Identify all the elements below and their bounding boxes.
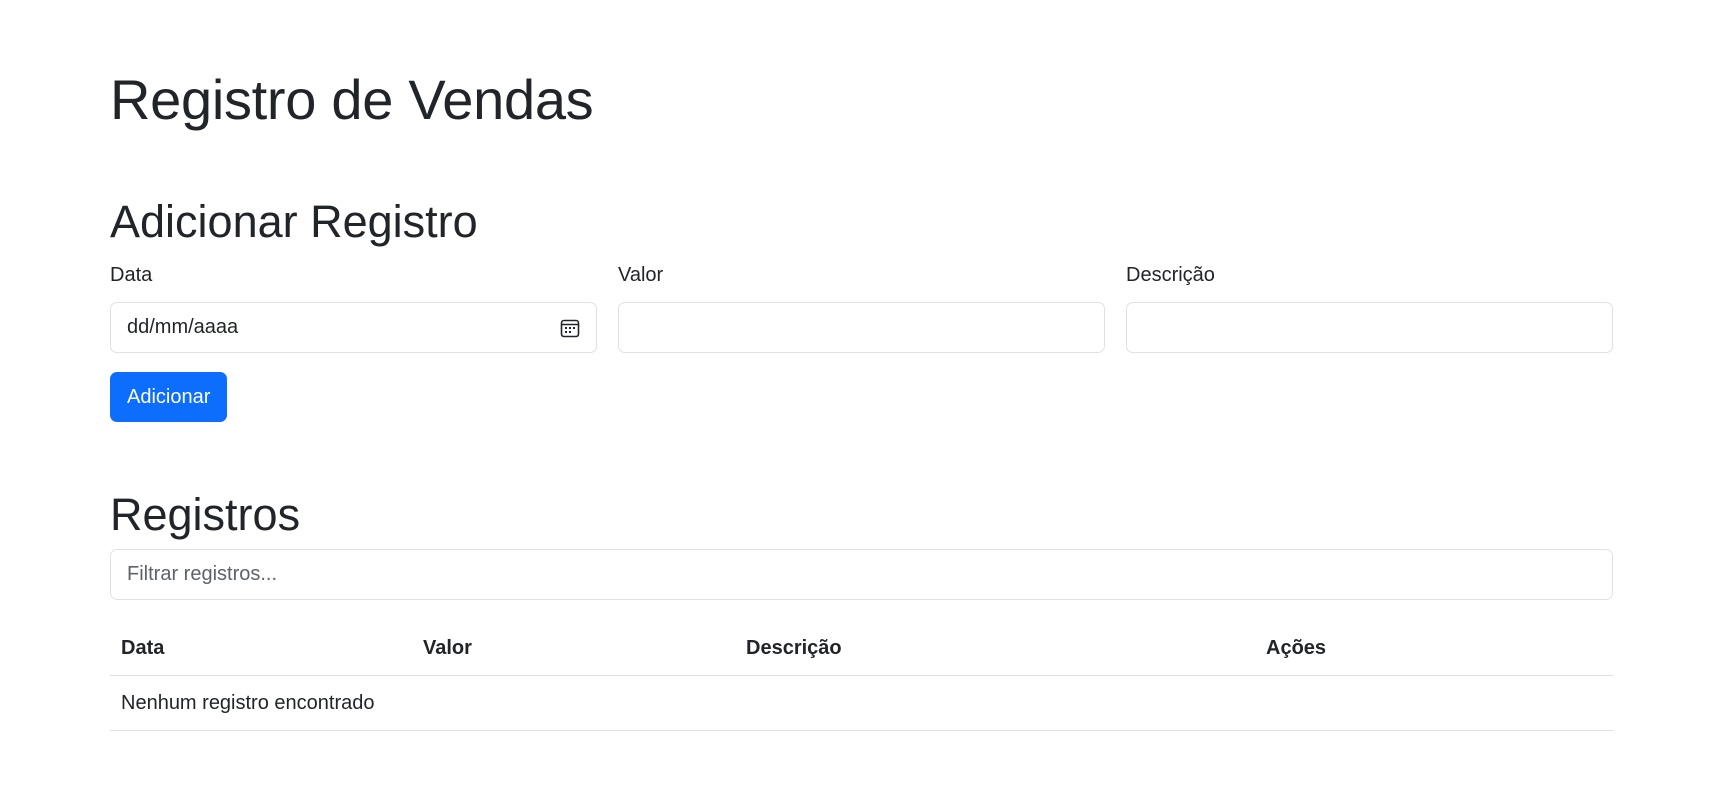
column-header-valor: Valor	[412, 622, 735, 676]
description-label: Descrição	[1126, 264, 1215, 286]
date-input-placeholder: dd/mm/aaaa	[127, 316, 239, 338]
calendar-icon[interactable]	[560, 318, 580, 338]
date-label: Data	[110, 264, 153, 286]
table-header-row: Data Valor Descrição Ações	[110, 622, 1613, 676]
value-label: Valor	[618, 264, 664, 286]
date-input[interactable]: dd/mm/aaaa	[110, 302, 597, 353]
add-button[interactable]: Adicionar	[110, 372, 228, 422]
records-table: Data Valor Descrição Ações Nenhum regist…	[110, 622, 1613, 731]
empty-message: Nenhum registro encontrado	[110, 675, 1613, 731]
column-header-acoes: Ações	[1255, 622, 1613, 676]
records-title: Registros	[110, 489, 301, 540]
filter-input[interactable]	[110, 549, 1613, 600]
table-row-empty: Nenhum registro encontrado	[110, 675, 1613, 731]
column-header-data: Data	[110, 622, 412, 676]
column-header-descricao: Descrição	[735, 622, 1255, 676]
value-field-group: Valor	[618, 262, 1105, 353]
page-title: Registro de Vendas	[110, 68, 594, 131]
value-input[interactable]	[618, 302, 1105, 353]
add-record-title: Adicionar Registro	[110, 196, 478, 247]
description-field-group: Descrição	[1126, 262, 1613, 353]
date-field-group: Data dd/mm/aaaa	[110, 262, 597, 353]
description-input[interactable]	[1126, 302, 1613, 353]
